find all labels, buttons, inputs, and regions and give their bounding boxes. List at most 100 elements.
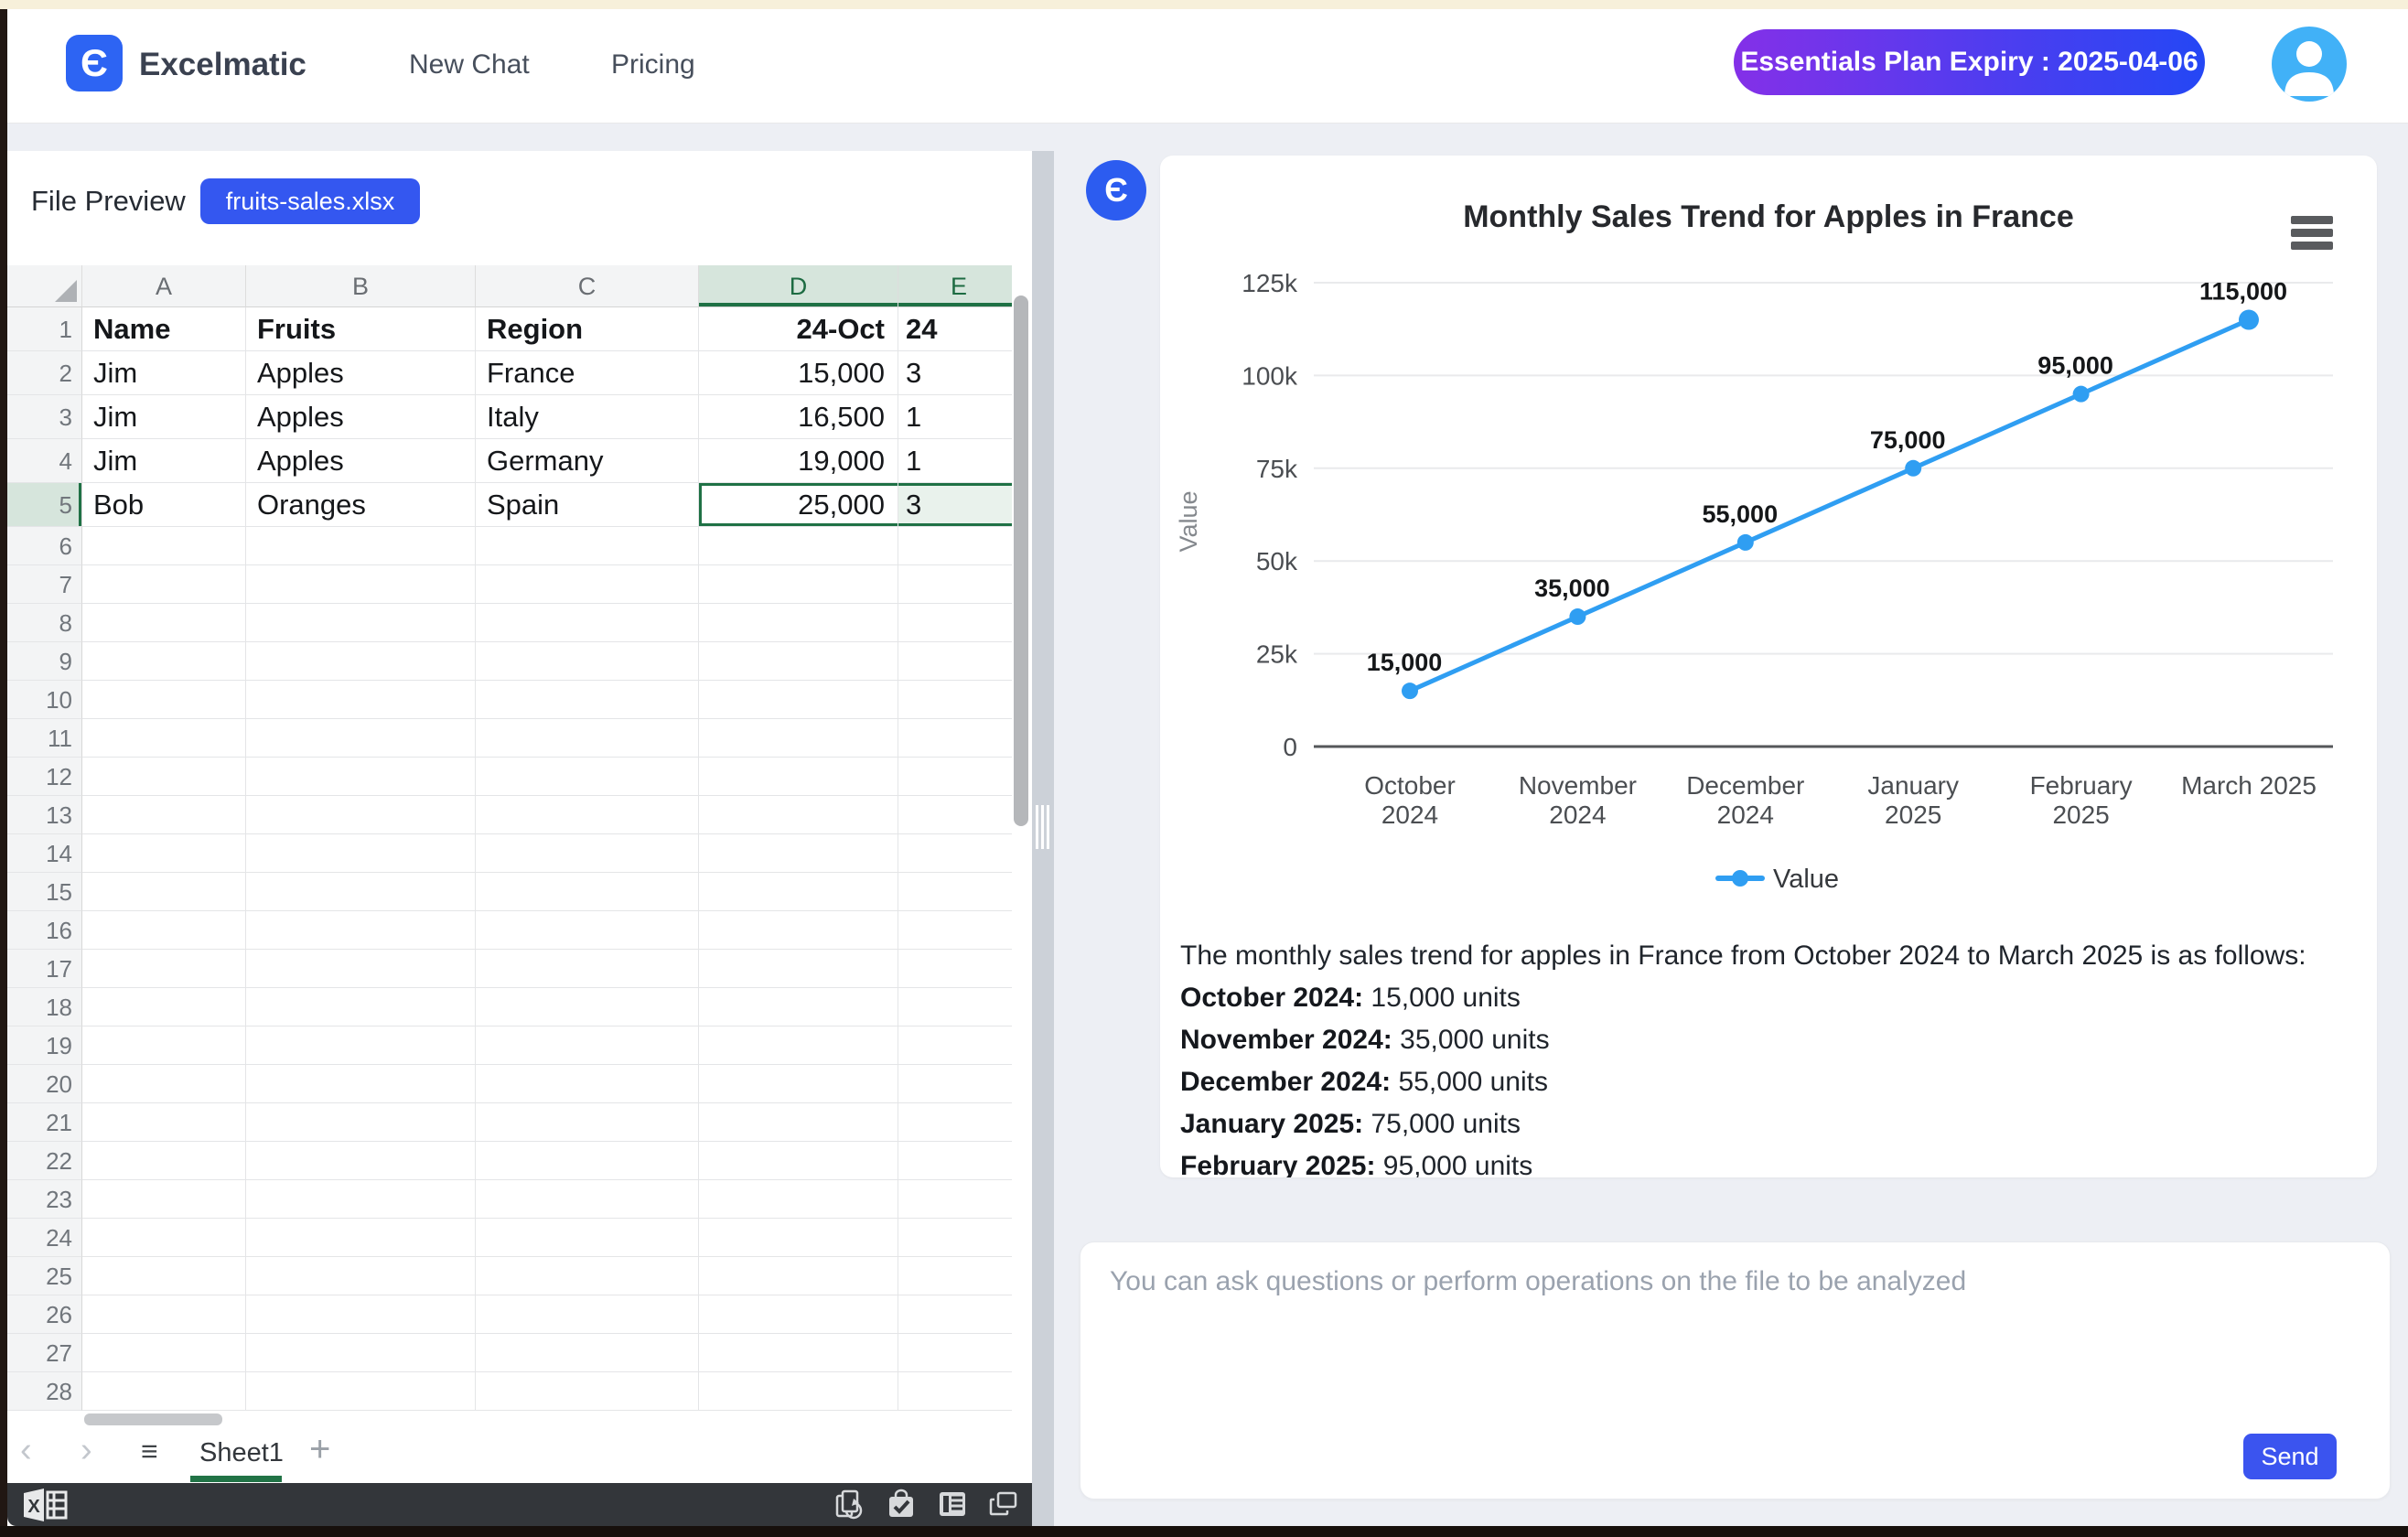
cell-E22[interactable] bbox=[898, 1142, 1012, 1180]
row-header-1[interactable]: 1 bbox=[7, 307, 82, 351]
row-header-15[interactable]: 15 bbox=[7, 873, 82, 911]
cell-A1[interactable]: Name bbox=[82, 307, 246, 351]
cell-B3[interactable]: Apples bbox=[246, 395, 476, 439]
vertical-scrollbar[interactable] bbox=[1014, 296, 1028, 826]
cell-D11[interactable] bbox=[699, 719, 898, 758]
cell-E26[interactable] bbox=[898, 1295, 1012, 1334]
column-header-D[interactable]: D bbox=[699, 265, 898, 307]
row-header-12[interactable]: 12 bbox=[7, 758, 82, 796]
cell-E13[interactable] bbox=[898, 796, 1012, 834]
cell-A14[interactable] bbox=[82, 834, 246, 873]
cell-D19[interactable] bbox=[699, 1026, 898, 1065]
row-header-4[interactable]: 4 bbox=[7, 439, 82, 483]
cell-E5[interactable]: 3 bbox=[898, 483, 1012, 527]
cell-B4[interactable]: Apples bbox=[246, 439, 476, 483]
cell-A8[interactable] bbox=[82, 604, 246, 642]
row-header-16[interactable]: 16 bbox=[7, 911, 82, 950]
row-header-27[interactable]: 27 bbox=[7, 1334, 82, 1372]
column-header-B[interactable]: B bbox=[246, 265, 476, 307]
cell-A24[interactable] bbox=[82, 1219, 246, 1257]
cell-D8[interactable] bbox=[699, 604, 898, 642]
cell-B22[interactable] bbox=[246, 1142, 476, 1180]
cell-B1[interactable]: Fruits bbox=[246, 307, 476, 351]
row-header-26[interactable]: 26 bbox=[7, 1295, 82, 1334]
cell-A3[interactable]: Jim bbox=[82, 395, 246, 439]
cell-A27[interactable] bbox=[82, 1334, 246, 1372]
cell-A28[interactable] bbox=[82, 1372, 246, 1411]
cell-A4[interactable]: Jim bbox=[82, 439, 246, 483]
cell-C24[interactable] bbox=[476, 1219, 699, 1257]
cell-A9[interactable] bbox=[82, 642, 246, 681]
cell-D22[interactable] bbox=[699, 1142, 898, 1180]
cell-C23[interactable] bbox=[476, 1180, 699, 1219]
cell-C11[interactable] bbox=[476, 719, 699, 758]
row-header-10[interactable]: 10 bbox=[7, 681, 82, 719]
cell-B25[interactable] bbox=[246, 1257, 476, 1295]
cell-C9[interactable] bbox=[476, 642, 699, 681]
cell-D5[interactable]: 25,000 bbox=[699, 483, 898, 527]
nav-link-pricing[interactable]: Pricing bbox=[611, 9, 695, 121]
cell-D20[interactable] bbox=[699, 1065, 898, 1103]
cell-A23[interactable] bbox=[82, 1180, 246, 1219]
row-header-3[interactable]: 3 bbox=[7, 395, 82, 439]
cell-C20[interactable] bbox=[476, 1065, 699, 1103]
cell-B15[interactable] bbox=[246, 873, 476, 911]
cell-C4[interactable]: Germany bbox=[476, 439, 699, 483]
cell-B10[interactable] bbox=[246, 681, 476, 719]
cell-E20[interactable] bbox=[898, 1065, 1012, 1103]
cell-A15[interactable] bbox=[82, 873, 246, 911]
cell-E17[interactable] bbox=[898, 950, 1012, 988]
user-avatar[interactable] bbox=[2272, 27, 2347, 102]
bag-check-icon[interactable] bbox=[887, 1489, 916, 1520]
cell-B20[interactable] bbox=[246, 1065, 476, 1103]
cell-D6[interactable] bbox=[699, 527, 898, 565]
cell-E19[interactable] bbox=[898, 1026, 1012, 1065]
row-header-17[interactable]: 17 bbox=[7, 950, 82, 988]
cell-A6[interactable] bbox=[82, 527, 246, 565]
cell-E14[interactable] bbox=[898, 834, 1012, 873]
cell-C22[interactable] bbox=[476, 1142, 699, 1180]
copy-refresh-icon[interactable] bbox=[835, 1489, 865, 1520]
cell-E9[interactable] bbox=[898, 642, 1012, 681]
row-header-22[interactable]: 22 bbox=[7, 1142, 82, 1180]
cell-C14[interactable] bbox=[476, 834, 699, 873]
cell-C28[interactable] bbox=[476, 1372, 699, 1411]
cell-C16[interactable] bbox=[476, 911, 699, 950]
cell-A12[interactable] bbox=[82, 758, 246, 796]
cell-E25[interactable] bbox=[898, 1257, 1012, 1295]
cell-A11[interactable] bbox=[82, 719, 246, 758]
row-header-7[interactable]: 7 bbox=[7, 565, 82, 604]
cell-E18[interactable] bbox=[898, 988, 1012, 1026]
cell-A20[interactable] bbox=[82, 1065, 246, 1103]
cell-C3[interactable]: Italy bbox=[476, 395, 699, 439]
cell-E24[interactable] bbox=[898, 1219, 1012, 1257]
sheet-prev-icon[interactable]: ‹ bbox=[20, 1431, 32, 1470]
add-sheet-button[interactable]: + bbox=[309, 1429, 330, 1470]
cell-D26[interactable] bbox=[699, 1295, 898, 1334]
cell-A17[interactable] bbox=[82, 950, 246, 988]
cell-E3[interactable]: 1 bbox=[898, 395, 1012, 439]
cell-C25[interactable] bbox=[476, 1257, 699, 1295]
cell-B11[interactable] bbox=[246, 719, 476, 758]
cell-D28[interactable] bbox=[699, 1372, 898, 1411]
row-header-21[interactable]: 21 bbox=[7, 1103, 82, 1142]
row-header-5[interactable]: 5 bbox=[7, 483, 82, 527]
cell-A13[interactable] bbox=[82, 796, 246, 834]
cell-C1[interactable]: Region bbox=[476, 307, 699, 351]
cell-A16[interactable] bbox=[82, 911, 246, 950]
cell-C12[interactable] bbox=[476, 758, 699, 796]
cell-E6[interactable] bbox=[898, 527, 1012, 565]
sheet-tab-sheet1[interactable]: Sheet1 bbox=[199, 1427, 284, 1478]
row-header-20[interactable]: 20 bbox=[7, 1065, 82, 1103]
cell-C7[interactable] bbox=[476, 565, 699, 604]
cell-E11[interactable] bbox=[898, 719, 1012, 758]
cell-B23[interactable] bbox=[246, 1180, 476, 1219]
cell-D13[interactable] bbox=[699, 796, 898, 834]
cell-D25[interactable] bbox=[699, 1257, 898, 1295]
cell-B16[interactable] bbox=[246, 911, 476, 950]
column-header-A[interactable]: A bbox=[82, 265, 246, 307]
cell-A19[interactable] bbox=[82, 1026, 246, 1065]
cell-A18[interactable] bbox=[82, 988, 246, 1026]
cell-B24[interactable] bbox=[246, 1219, 476, 1257]
cell-A22[interactable] bbox=[82, 1142, 246, 1180]
